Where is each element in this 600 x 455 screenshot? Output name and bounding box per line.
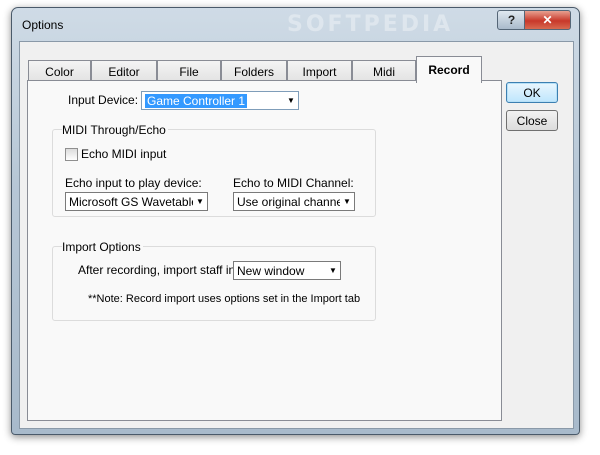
tab-label: Editor [108, 64, 140, 79]
ok-button-label: OK [523, 85, 541, 100]
midi-through-title: MIDI Through/Echo [62, 123, 168, 137]
import-staff-select[interactable]: New window ▼ [233, 261, 341, 280]
midi-channel-select[interactable]: Use original channel ▼ [233, 192, 355, 211]
echo-midi-label: Echo MIDI input [81, 147, 167, 161]
tab-label: Record [428, 63, 470, 77]
help-icon: ? [507, 13, 516, 27]
close-button-label: Close [516, 113, 548, 128]
tab-color[interactable]: Color [28, 60, 91, 82]
input-device-select[interactable]: Game Controller 1 ▼ [141, 91, 299, 110]
watermark: SOFTPEDIA [287, 12, 454, 37]
tab-editor[interactable]: Editor [91, 60, 157, 82]
dialog-client-area: Color Editor File Folders Import Midi Re… [19, 41, 574, 429]
import-staff-label: After recording, import staff into: [78, 263, 249, 277]
help-button[interactable]: ? [497, 10, 526, 30]
close-button[interactable]: Close [506, 110, 558, 131]
input-device-label: Input Device: [68, 93, 139, 107]
midi-channel-value: Use original channel [237, 194, 340, 209]
import-options-title: Import Options [62, 240, 143, 254]
window-close-button[interactable]: ✕ [524, 10, 571, 30]
tab-folders[interactable]: Folders [221, 60, 287, 82]
chevron-down-icon: ▼ [343, 197, 351, 206]
tab-label: Midi [372, 64, 395, 79]
input-device-value: Game Controller 1 [145, 93, 248, 108]
play-device-label: Echo input to play device: [65, 176, 202, 190]
tab-label: Color [45, 64, 74, 79]
play-device-value: Microsoft GS Wavetable [69, 194, 193, 209]
tab-label: File [179, 64, 199, 79]
record-tab-panel: Input Device: Game Controller 1 ▼ MIDI T… [27, 80, 502, 421]
import-note: **Note: Record import uses options set i… [88, 293, 361, 305]
title-bar[interactable]: Options SOFTPEDIA ? ✕ [12, 8, 579, 38]
options-dialog: Options SOFTPEDIA ? ✕ Color Editor File … [11, 7, 580, 435]
midi-channel-label: Echo to MIDI Channel: [233, 176, 354, 190]
chevron-down-icon: ▼ [287, 96, 295, 105]
ok-button[interactable]: OK [506, 82, 558, 103]
tab-import[interactable]: Import [287, 60, 352, 82]
window-title: Options [22, 18, 64, 32]
import-options-group [52, 246, 376, 321]
tab-label: Folders [233, 64, 274, 79]
play-device-select[interactable]: Microsoft GS Wavetable ▼ [65, 192, 208, 211]
tab-file[interactable]: File [157, 60, 221, 82]
import-staff-value: New window [237, 263, 305, 278]
chevron-down-icon: ▼ [196, 197, 204, 206]
chevron-down-icon: ▼ [329, 266, 337, 275]
close-icon: ✕ [542, 13, 553, 27]
echo-midi-checkbox[interactable] [65, 148, 78, 161]
tab-record[interactable]: Record [416, 56, 482, 83]
tab-label: Import [302, 64, 337, 79]
tab-midi[interactable]: Midi [352, 60, 416, 82]
